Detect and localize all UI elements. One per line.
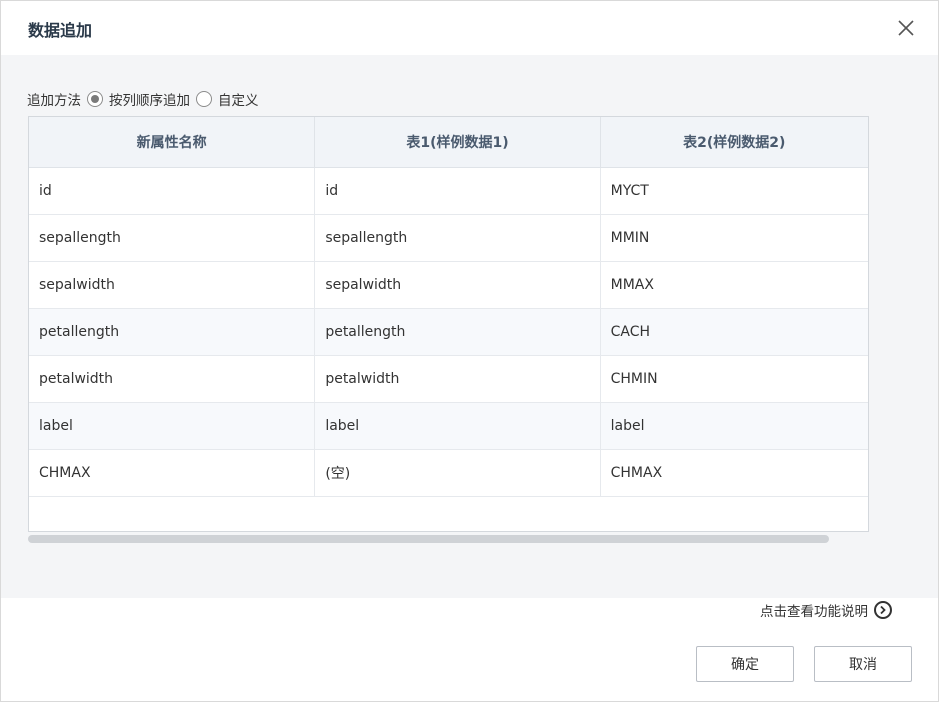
dialog-title: 数据追加	[28, 21, 93, 40]
help-link[interactable]: 点击查看功能说明	[760, 599, 892, 621]
cell-table2[interactable]: CACH	[601, 309, 868, 355]
cell-new-name[interactable]: CHMAX	[29, 450, 316, 496]
cell-table1[interactable]: sepalwidth	[315, 262, 601, 308]
header-table2: 表2(样例数据2)	[683, 135, 786, 151]
close-icon[interactable]	[896, 18, 916, 38]
radio-by-column-order[interactable]	[87, 91, 103, 107]
table-row[interactable]: petalwidth petalwidth CHMIN	[29, 356, 868, 403]
cell-new-name[interactable]: petalwidth	[29, 356, 316, 402]
dialog-header: 数据追加	[1, 1, 938, 55]
radio-custom-label[interactable]: 自定义	[218, 89, 259, 109]
cell-table2[interactable]: MMAX	[601, 262, 868, 308]
confirm-button[interactable]: 确定	[696, 646, 794, 682]
radio-by-column-order-label[interactable]: 按列顺序追加	[109, 89, 190, 109]
chevron-right-circle-icon[interactable]	[874, 601, 892, 619]
table-row[interactable]: sepalwidth sepalwidth MMAX	[29, 262, 868, 309]
data-append-dialog: 数据追加 追加方法 按列顺序追加 自定义 新属性名称 表1(样例数据1) 表2(…	[0, 0, 939, 702]
radio-selected-dot	[91, 95, 99, 103]
cancel-button[interactable]: 取消	[814, 646, 912, 682]
cell-table1[interactable]: sepallength	[315, 215, 601, 261]
table-header: 新属性名称 表1(样例数据1) 表2(样例数据2)	[29, 117, 868, 168]
append-method-row: 追加方法 按列顺序追加 自定义	[27, 89, 265, 109]
cell-table1[interactable]: id	[315, 168, 601, 214]
cell-new-name[interactable]: label	[29, 403, 316, 449]
cell-table1[interactable]: petalwidth	[315, 356, 601, 402]
table-row[interactable]: sepallength sepallength MMIN	[29, 215, 868, 262]
horizontal-scrollbar[interactable]	[28, 535, 829, 543]
dialog-body: 追加方法 按列顺序追加 自定义 新属性名称 表1(样例数据1) 表2(样例数据2…	[1, 55, 938, 598]
table-row[interactable]: id id MYCT	[29, 168, 868, 215]
help-link-text[interactable]: 点击查看功能说明	[760, 600, 868, 620]
cell-table2[interactable]: label	[601, 403, 868, 449]
cell-table2[interactable]: CHMIN	[601, 356, 868, 402]
table-row[interactable]: label label label	[29, 403, 868, 450]
cell-table2[interactable]: MMIN	[601, 215, 868, 261]
column-mapping-table: 新属性名称 表1(样例数据1) 表2(样例数据2) id id MYCT sep…	[28, 116, 869, 532]
cell-new-name[interactable]: id	[29, 168, 316, 214]
radio-custom[interactable]	[196, 91, 212, 107]
cell-table1[interactable]: petallength	[315, 309, 601, 355]
cell-table2[interactable]: MYCT	[601, 168, 868, 214]
cell-new-name[interactable]: sepallength	[29, 215, 316, 261]
table-row[interactable]: CHMAX (空) CHMAX	[29, 450, 868, 497]
table-row[interactable]: petallength petallength CACH	[29, 309, 868, 356]
cell-new-name[interactable]: petallength	[29, 309, 316, 355]
append-method-label: 追加方法	[27, 93, 81, 109]
cell-table1[interactable]: label	[315, 403, 601, 449]
cell-table1[interactable]: (空)	[315, 450, 601, 496]
cell-table2[interactable]: CHMAX	[601, 450, 868, 496]
cell-new-name[interactable]: sepalwidth	[29, 262, 316, 308]
header-table1: 表1(样例数据1)	[315, 117, 601, 167]
header-new-attribute-name: 新属性名称	[29, 117, 316, 167]
